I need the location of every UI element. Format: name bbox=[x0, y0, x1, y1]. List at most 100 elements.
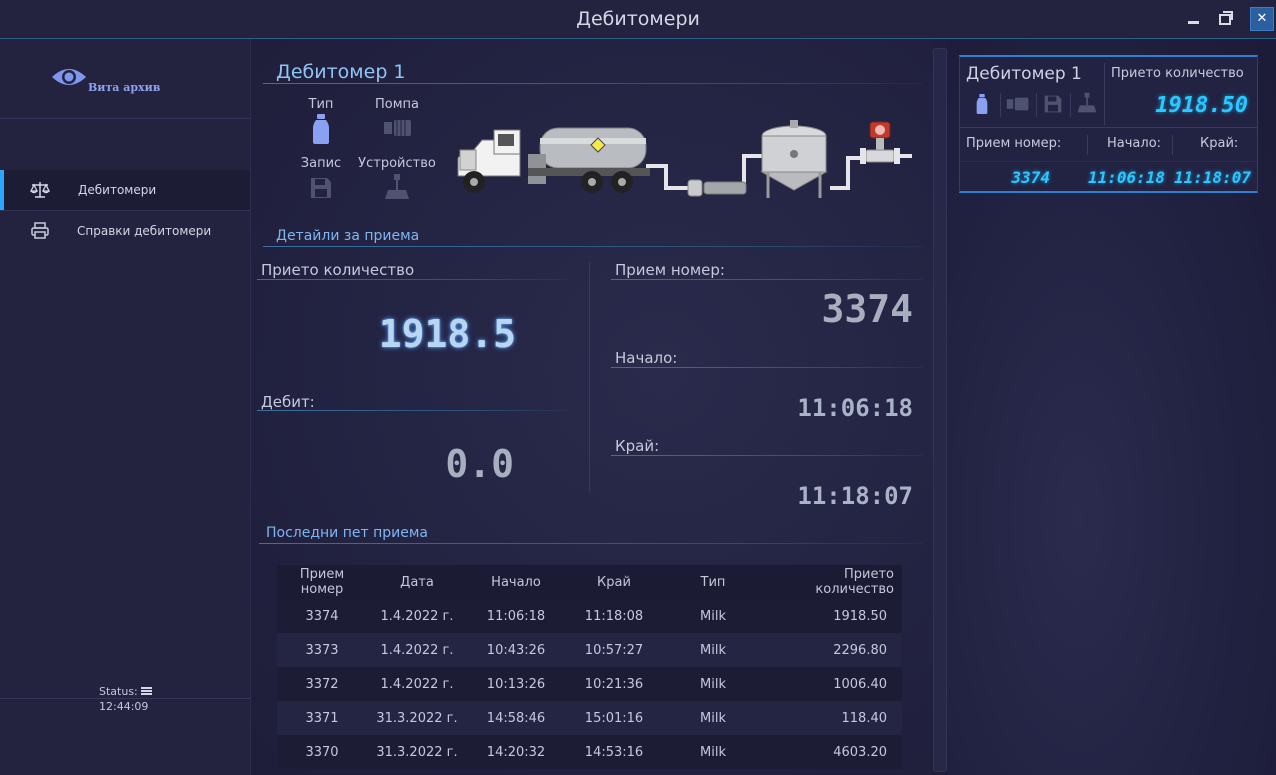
card-separator bbox=[960, 127, 1257, 128]
cell-date: 31.3.2022 г. bbox=[367, 735, 467, 769]
cell-type: Milk bbox=[663, 667, 763, 701]
flow-value: 0.0 bbox=[445, 442, 514, 486]
card-divider bbox=[1104, 63, 1105, 125]
received-qty-value: 1918.5 bbox=[378, 312, 516, 356]
app-logo: Вита архив bbox=[50, 64, 210, 98]
sidebar-item-label: Справки дебитомери bbox=[77, 224, 212, 238]
cell-end: 10:57:27 bbox=[565, 633, 663, 667]
flow-label: Дебит: bbox=[261, 393, 315, 411]
cell-receipt-no: 3370 bbox=[277, 735, 367, 769]
cell-type: Milk bbox=[663, 633, 763, 667]
cell-type: Milk bbox=[663, 599, 763, 633]
received-qty-underline bbox=[257, 279, 567, 280]
start-value: 11:06:18 bbox=[797, 394, 913, 422]
status-area: Status: 12:44:09 bbox=[99, 684, 152, 714]
cell-end: 14:53:16 bbox=[565, 735, 663, 769]
cell-start: 11:06:18 bbox=[467, 599, 565, 633]
receipt-no-underline bbox=[611, 279, 923, 280]
device-title-underline bbox=[263, 83, 923, 84]
database-icon bbox=[140, 687, 152, 696]
restore-button[interactable] bbox=[1216, 8, 1236, 28]
receipt-no-label: Прием номер: bbox=[615, 261, 725, 279]
vertical-scrollbar[interactable] bbox=[933, 48, 947, 772]
cell-end: 15:01:16 bbox=[565, 701, 663, 735]
type-label: Тип bbox=[308, 97, 334, 112]
start-underline bbox=[611, 367, 923, 368]
process-diagram bbox=[457, 120, 912, 198]
pump-icon bbox=[384, 120, 411, 136]
table-row[interactable]: 3374 1.4.2022 г. 11:06:18 11:18:08 Milk … bbox=[277, 599, 902, 633]
milk-bottle-icon bbox=[976, 94, 988, 114]
cell-date: 1.4.2022 г. bbox=[367, 599, 467, 633]
details-title: Детайли за приема bbox=[276, 228, 420, 244]
last-five-underline bbox=[259, 543, 923, 544]
minimize-button[interactable] bbox=[1184, 8, 1204, 28]
column-header[interactable]: Прием номер bbox=[277, 565, 367, 599]
details-divider bbox=[589, 262, 590, 492]
save-icon bbox=[311, 178, 331, 198]
cell-date: 1.4.2022 г. bbox=[367, 667, 467, 701]
card-title: Дебитомер 1 bbox=[966, 64, 1082, 84]
table-row[interactable]: 3371 31.3.2022 г. 14:58:46 15:01:16 Milk… bbox=[277, 701, 902, 735]
logo-text: Вита архив bbox=[88, 81, 161, 94]
cell-quantity: 1918.50 bbox=[763, 599, 902, 633]
device-icon bbox=[385, 174, 409, 199]
start-label: Начало: bbox=[615, 349, 678, 367]
cell-start: 10:43:26 bbox=[467, 633, 565, 667]
cell-start: 10:13:26 bbox=[467, 667, 565, 701]
cell-end: 11:18:08 bbox=[565, 599, 663, 633]
device-label: Устройство bbox=[358, 156, 436, 171]
table-row[interactable]: 3372 1.4.2022 г. 10:13:26 10:21:36 Milk … bbox=[277, 667, 902, 701]
card-separator bbox=[960, 161, 1257, 162]
table-header-row: Прием номер Дата Начало Край Тип Прието … bbox=[277, 565, 902, 599]
cell-quantity: 4603.20 bbox=[763, 735, 902, 769]
flow-underline bbox=[257, 410, 567, 411]
save-icon bbox=[1044, 95, 1062, 113]
cell-quantity: 118.40 bbox=[763, 701, 902, 735]
record-label: Запис bbox=[300, 156, 342, 171]
card-qty-label: Прието количество bbox=[1111, 66, 1244, 81]
cell-end: 10:21:36 bbox=[565, 667, 663, 701]
cell-receipt-no: 3373 bbox=[277, 633, 367, 667]
details-title-underline bbox=[263, 246, 923, 247]
title-bar: Дебитомери ✕ bbox=[0, 0, 1276, 39]
column-header[interactable]: Дата bbox=[367, 565, 467, 599]
cell-quantity: 1006.40 bbox=[763, 667, 902, 701]
end-label: Край: bbox=[615, 437, 660, 455]
column-header[interactable]: Край bbox=[565, 565, 663, 599]
column-header[interactable]: Начало bbox=[467, 565, 565, 599]
status-label: Status: bbox=[99, 685, 138, 698]
eye-icon bbox=[52, 69, 86, 85]
sidebar-item-flowmeters[interactable]: Дебитомери bbox=[0, 170, 250, 210]
cell-type: Milk bbox=[663, 735, 763, 769]
cell-receipt-no: 3372 bbox=[277, 667, 367, 701]
cell-type: Milk bbox=[663, 701, 763, 735]
sidebar: Вита архив Дебитомери Справки дебитомери… bbox=[0, 39, 251, 775]
card-icon-divider bbox=[1036, 93, 1037, 117]
card-qty-value: 1918.50 bbox=[1155, 93, 1248, 118]
flowmeter-summary-card[interactable]: Дебитомер 1 Прието количество 1918.50 Пр… bbox=[959, 55, 1258, 193]
sidebar-item-flowmeter-reports[interactable]: Справки дебитомери bbox=[0, 211, 250, 251]
sidebar-item-label: Дебитомери bbox=[78, 183, 157, 197]
receipt-no-value: 3374 bbox=[821, 287, 913, 331]
close-button[interactable]: ✕ bbox=[1250, 7, 1274, 31]
card-start-value: 11:06:18 bbox=[1088, 168, 1166, 187]
cell-start: 14:58:46 bbox=[467, 701, 565, 735]
column-header[interactable]: Прието количество bbox=[763, 565, 902, 599]
column-header[interactable]: Тип bbox=[663, 565, 763, 599]
cell-quantity: 2296.80 bbox=[763, 633, 902, 667]
last-five-title: Последни пет приема bbox=[266, 525, 428, 541]
end-value: 11:18:07 bbox=[797, 482, 913, 510]
card-end-label: Край: bbox=[1200, 136, 1239, 151]
card-start-label: Начало: bbox=[1107, 136, 1162, 151]
table-row[interactable]: 3373 1.4.2022 г. 10:43:26 10:57:27 Milk … bbox=[277, 633, 902, 667]
table-row[interactable]: 3370 31.3.2022 г. 14:20:32 14:53:16 Milk… bbox=[277, 735, 902, 769]
end-underline bbox=[611, 455, 923, 456]
status-time: 12:44:09 bbox=[99, 700, 149, 713]
card-end-value: 11:18:07 bbox=[1174, 168, 1252, 187]
card-divider bbox=[1087, 135, 1088, 155]
scale-icon bbox=[30, 182, 50, 198]
cell-receipt-no: 3371 bbox=[277, 701, 367, 735]
card-icon-divider bbox=[1070, 93, 1071, 117]
card-receipt-value: 3374 bbox=[1011, 168, 1050, 187]
